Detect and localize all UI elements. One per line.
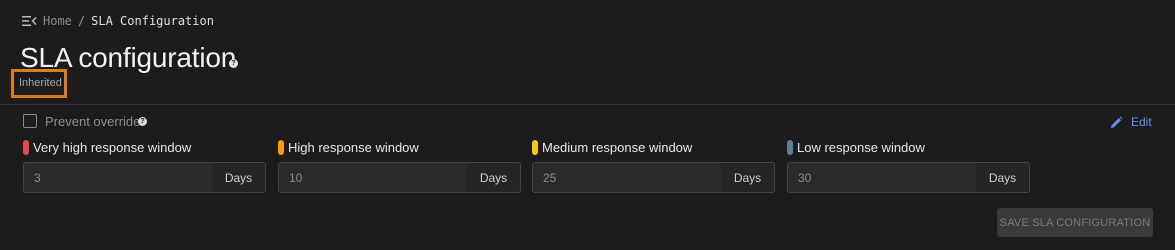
response-window-unit: Days — [976, 163, 1029, 192]
response-window-unit: Days — [212, 163, 265, 192]
status-tag-inherited: Inherited — [19, 77, 62, 89]
response-window-label: Low response window — [797, 139, 925, 155]
response-window-unit: Days — [721, 163, 774, 192]
breadcrumb: Home / SLA Configuration — [22, 12, 214, 30]
edit-button[interactable]: Edit — [1110, 113, 1152, 131]
priority-color-indicator — [787, 139, 793, 155]
sla-configuration-page: Home / SLA Configuration SLA configurati… — [0, 0, 1175, 250]
response-window-input[interactable]: 30 — [788, 163, 976, 192]
response-window-input[interactable]: 3 — [24, 163, 212, 192]
response-window-medium: Medium response window 25 Days — [532, 138, 775, 193]
breadcrumb-separator: / — [77, 14, 86, 28]
pencil-icon — [1111, 115, 1123, 128]
response-window-input[interactable]: 10 — [279, 163, 467, 192]
question-circle-icon[interactable]: ? — [138, 117, 147, 126]
priority-color-indicator — [23, 139, 29, 155]
question-circle-icon[interactable]: ? — [229, 59, 238, 68]
response-window-low: Low response window 30 Days — [787, 138, 1030, 193]
response-window-very-high: Very high response window 3 Days — [23, 138, 266, 193]
response-window-field: 25 Days — [532, 162, 775, 193]
response-window-label: High response window — [288, 139, 419, 155]
priority-color-indicator — [532, 139, 538, 155]
prevent-override-label: Prevent override — [45, 114, 141, 129]
breadcrumb-home-link[interactable]: Home — [43, 14, 72, 28]
response-window-high: High response window 10 Days — [278, 138, 521, 193]
response-window-field: 10 Days — [278, 162, 521, 193]
response-window-field: 30 Days — [787, 162, 1030, 193]
edit-label: Edit — [1131, 115, 1152, 129]
response-window-label: Medium response window — [542, 139, 693, 155]
response-window-input[interactable]: 25 — [533, 163, 721, 192]
menu-collapse-icon[interactable] — [22, 15, 37, 27]
divider — [0, 104, 1175, 105]
response-window-label: Very high response window — [33, 139, 192, 155]
response-window-unit: Days — [467, 163, 520, 192]
save-sla-configuration-button[interactable]: SAVE SLA CONFIGURATION — [997, 208, 1153, 237]
prevent-override-checkbox[interactable] — [23, 114, 37, 128]
breadcrumb-current: SLA Configuration — [91, 14, 214, 28]
response-window-field: 3 Days — [23, 162, 266, 193]
priority-color-indicator — [278, 139, 284, 155]
